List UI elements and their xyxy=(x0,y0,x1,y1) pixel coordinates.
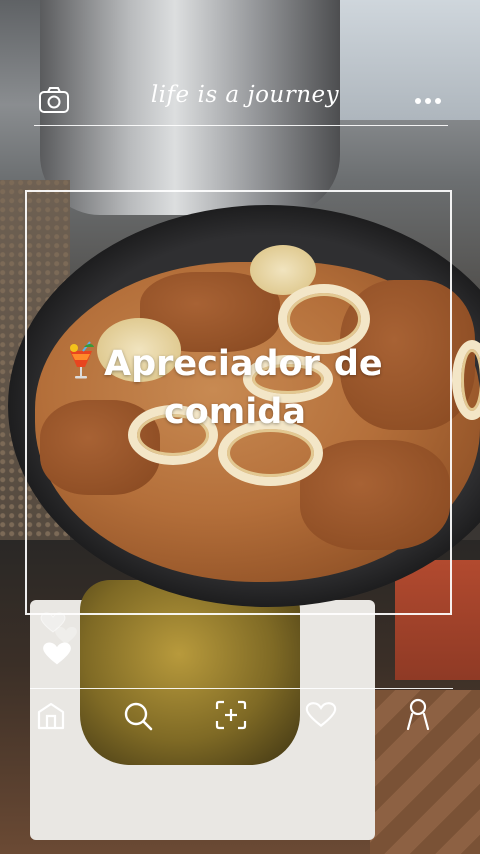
nav-divider xyxy=(30,688,453,689)
post-caption: Apreciador de comida xyxy=(66,340,436,436)
search-icon[interactable] xyxy=(122,700,154,732)
story-overlay: life is a journey Apreciador de comida xyxy=(0,0,480,854)
tagline: life is a journey xyxy=(150,82,340,108)
heart-filled-icon[interactable] xyxy=(42,641,72,667)
tropical-drink-icon xyxy=(70,341,94,379)
heart-outline-icon[interactable] xyxy=(305,702,337,728)
home-icon[interactable] xyxy=(36,700,66,730)
header-divider xyxy=(34,125,448,126)
profile-icon[interactable] xyxy=(403,698,433,730)
camera-icon[interactable] xyxy=(38,86,70,114)
caption-word-apreciador: Apreciador xyxy=(104,344,320,384)
add-post-icon[interactable] xyxy=(215,700,247,730)
more-dots-icon[interactable] xyxy=(414,97,442,105)
caption-word-comida: comida xyxy=(164,392,306,432)
caption-word-de: de xyxy=(333,344,383,384)
